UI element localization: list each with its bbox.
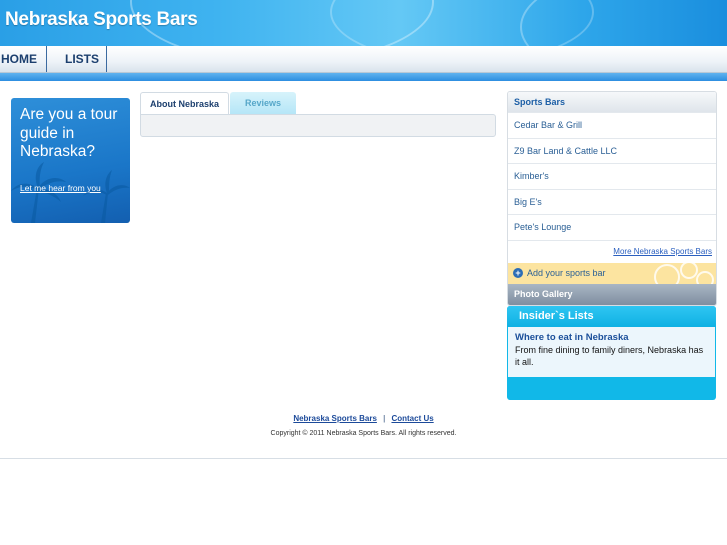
page-content: Are you a tour guide in Nebraska? Let me… bbox=[0, 81, 727, 459]
tab-reviews[interactable]: Reviews bbox=[230, 92, 296, 114]
add-circle-icon: + bbox=[513, 267, 523, 278]
add-sports-bar-label: Add your sports bar bbox=[527, 267, 606, 278]
sports-bar-link[interactable]: Pete's Lounge bbox=[508, 214, 716, 240]
sports-bars-heading: Sports Bars bbox=[508, 92, 716, 112]
nav-lists[interactable]: LISTS bbox=[55, 46, 107, 72]
site-header: Nebraska Sports Bars bbox=[0, 0, 727, 46]
more-sports-bars-link[interactable]: More Nebraska Sports Bars bbox=[508, 239, 716, 263]
sports-bar-link[interactable]: Kimber's bbox=[508, 163, 716, 189]
footer-links: Nebraska Sports Bars | Contact Us bbox=[0, 414, 727, 423]
insiders-lists-box: Insider`s Lists Where to eat in Nebraska… bbox=[507, 306, 716, 400]
tab-about-nebraska[interactable]: About Nebraska bbox=[140, 92, 229, 115]
site-title[interactable]: Nebraska Sports Bars bbox=[5, 9, 198, 31]
footer-contact-link[interactable]: Contact Us bbox=[391, 414, 433, 423]
nav-accent-bar bbox=[0, 73, 727, 81]
add-sports-bar-button[interactable]: + Add your sports bar bbox=[508, 262, 716, 284]
sports-bars-box: Sports Bars Cedar Bar & Grill Z9 Bar Lan… bbox=[507, 91, 717, 306]
photo-gallery-link[interactable]: Photo Gallery bbox=[508, 283, 716, 305]
plus-decoration-icon bbox=[680, 262, 698, 279]
promo-link[interactable]: Let me hear from you bbox=[20, 183, 101, 193]
insider-list-title[interactable]: Where to eat in Nebraska bbox=[515, 332, 629, 343]
main-nav: HOME LISTS bbox=[0, 46, 727, 73]
sports-bar-link[interactable]: Cedar Bar & Grill bbox=[508, 112, 716, 138]
plus-decoration-icon bbox=[696, 270, 714, 284]
sports-bar-link[interactable]: Big E's bbox=[508, 188, 716, 215]
sports-bar-link[interactable]: Z9 Bar Land & Cattle LLC bbox=[508, 137, 716, 164]
promo-text: Are you a tour guide in Nebraska? bbox=[20, 106, 118, 160]
header-swirl-decoration bbox=[520, 0, 727, 46]
footer-separator: | bbox=[383, 414, 386, 423]
insider-list-item: Where to eat in Nebraska From fine dinin… bbox=[508, 327, 715, 377]
insiders-lists-heading: Insider`s Lists bbox=[507, 306, 716, 327]
tab-panel bbox=[140, 114, 496, 137]
nav-home[interactable]: HOME bbox=[0, 46, 47, 72]
copyright-text: Copyright © 2011 Nebraska Sports Bars. A… bbox=[270, 430, 457, 437]
insider-list-description: From fine dining to family diners, Nebra… bbox=[515, 345, 704, 367]
footer-home-link[interactable]: Nebraska Sports Bars bbox=[293, 414, 377, 423]
plus-decoration-icon bbox=[654, 263, 680, 284]
tour-guide-promo[interactable]: Are you a tour guide in Nebraska? Let me… bbox=[11, 98, 130, 223]
